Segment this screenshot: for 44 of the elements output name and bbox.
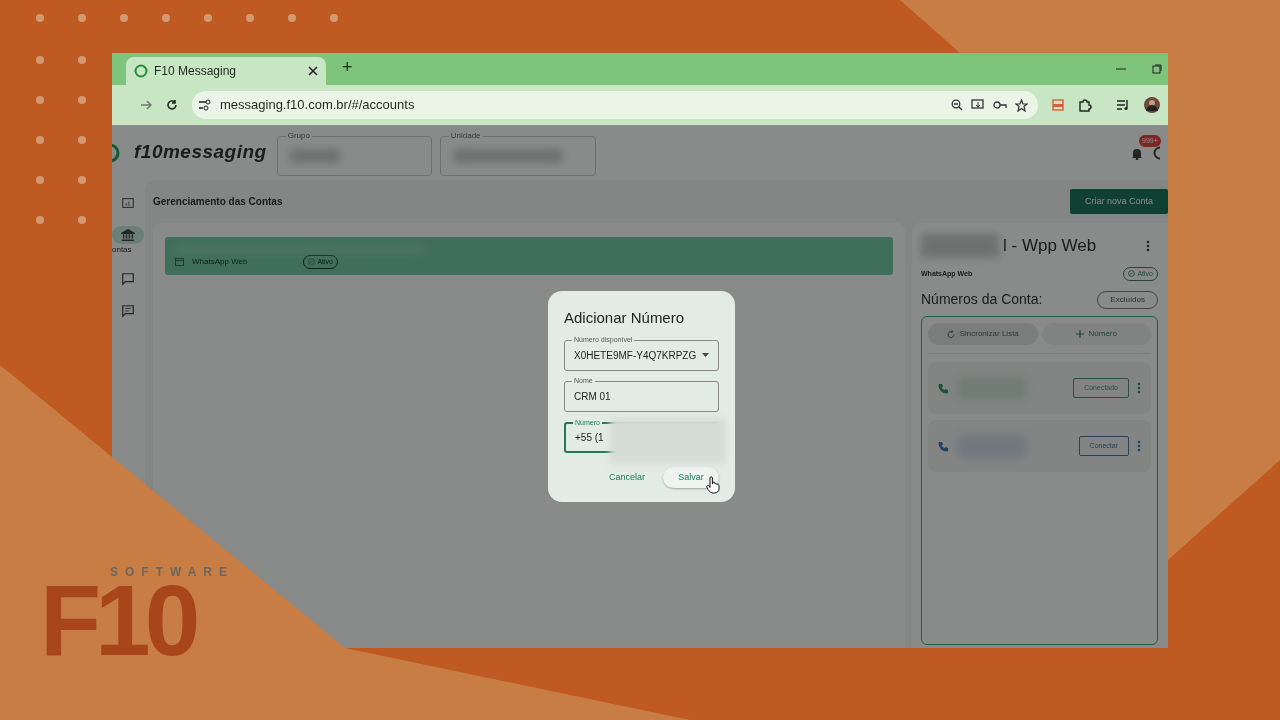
key-icon[interactable] — [993, 100, 1007, 110]
brand-tagline: SOFTWARE — [110, 564, 234, 581]
message-icon — [121, 304, 135, 318]
channel-label: WhatsApp Web — [192, 255, 248, 268]
chat-icon — [121, 272, 135, 286]
caret-icon — [702, 353, 709, 357]
bank-icon — [121, 228, 135, 242]
more-icon[interactable] — [1137, 440, 1141, 452]
notification-bell-icon[interactable] — [1131, 146, 1143, 160]
more-icon[interactable] — [1146, 239, 1150, 252]
extension-icon[interactable] — [1052, 99, 1064, 111]
install-icon[interactable] — [971, 99, 985, 111]
reload-icon[interactable] — [166, 99, 178, 111]
close-icon[interactable] — [308, 66, 318, 76]
plus-icon — [1075, 330, 1084, 338]
add-number-button[interactable]: Número — [1041, 323, 1151, 345]
cancel-button[interactable]: Cancelar — [600, 466, 653, 488]
media-icon[interactable] — [1116, 99, 1130, 111]
check-circle-icon — [1128, 270, 1136, 278]
address-field[interactable]: messaging.f10.com.br/#/accounts — [220, 95, 415, 115]
star-icon[interactable] — [1015, 98, 1028, 112]
app-icon — [134, 64, 148, 78]
app-logo: f10messaging — [134, 140, 267, 165]
site-settings-icon[interactable] — [198, 99, 212, 111]
more-icon[interactable] — [1137, 382, 1141, 394]
forward-icon[interactable] — [140, 99, 152, 111]
new-tab-button[interactable]: + — [336, 53, 359, 82]
check-circle-icon — [308, 258, 316, 266]
sync-icon — [946, 329, 955, 339]
browser-window-icon — [175, 257, 184, 266]
account-title: l - Wpp Web — [1003, 235, 1097, 257]
restore-icon[interactable] — [1152, 64, 1162, 74]
browser-tab[interactable]: F10 Messaging — [126, 57, 326, 85]
page-title: Gerenciamento das Contas — [153, 195, 283, 209]
save-button[interactable]: Salvar — [663, 466, 719, 488]
create-account-button[interactable]: Criar nova Conta — [1069, 188, 1168, 215]
zoom-icon[interactable] — [951, 99, 963, 111]
hand-cursor-icon — [706, 476, 720, 494]
dialog-title: Adicionar Número — [564, 308, 686, 328]
puzzle-icon[interactable] — [1078, 98, 1092, 112]
section-title: Números da Conta: — [921, 290, 1043, 309]
dashboard-icon — [121, 196, 135, 210]
tab-title: F10 Messaging — [154, 63, 237, 80]
profile-avatar[interactable] — [1144, 97, 1160, 113]
